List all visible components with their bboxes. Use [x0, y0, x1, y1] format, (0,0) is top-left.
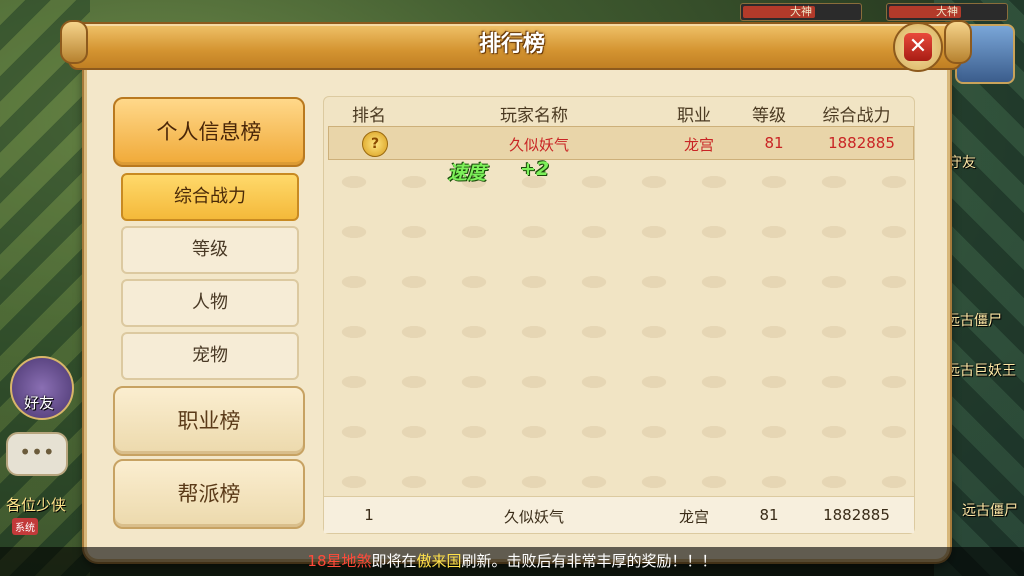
announcement-location: 傲来国 — [416, 552, 462, 570]
announcement-marquee: 18星地煞即将在傲来国刷新。击败后有非常丰厚的奖励！！！ — [0, 547, 1024, 576]
window-title: 排行榜 — [478, 32, 545, 57]
announcement-text: 刷新。击败后有非常丰厚的奖励！！！ — [461, 552, 717, 570]
self-rank: 1 — [364, 506, 374, 524]
table-row[interactable]: ? 久似妖气 龙宫 81 1882885 — [328, 126, 914, 160]
table-header: 排名 玩家名称 职业 等级 综合战力 — [324, 97, 914, 126]
close-button[interactable]: ✕ — [893, 22, 943, 72]
table-watermark — [324, 157, 914, 497]
chat-preview: 各位少侠 — [6, 496, 67, 514]
close-icon: ✕ — [904, 33, 932, 61]
nav-sub-level[interactable]: 等级 — [121, 226, 299, 274]
nav-sub-pet[interactable]: 宠物 — [121, 332, 299, 380]
question-medal-icon: ? — [362, 131, 388, 157]
self-player-name: 久似妖气 — [503, 508, 564, 526]
row-player-name: 久似妖气 — [508, 136, 569, 154]
unit-hp-bar: 大神 — [886, 3, 1008, 21]
unit-hp-bar: 大神 — [740, 3, 862, 21]
npc-label: 远古巨妖王 — [946, 363, 1016, 379]
nav-guild-ranking[interactable]: 帮派榜 — [113, 459, 305, 529]
row-class: 龙宫 — [683, 136, 714, 154]
announcement-text: 即将在 — [371, 552, 417, 570]
self-combat-power: 1882885 — [823, 506, 890, 524]
buff-label: 速度 — [448, 162, 487, 184]
nav-personal-ranking[interactable]: 个人信息榜 — [113, 97, 305, 167]
nav-class-ranking[interactable]: 职业榜 — [113, 386, 305, 456]
npc-label: 远古僵尸 — [962, 503, 1018, 519]
header-rank: 排名 — [352, 106, 386, 126]
row-level: 81 — [764, 134, 784, 152]
header-class: 职业 — [677, 106, 711, 126]
buff-value: +2 — [520, 158, 550, 180]
announcement-boss: 18星地煞 — [307, 552, 372, 570]
header-level: 等级 — [752, 106, 786, 126]
chat-bubble-icon[interactable]: ••• — [6, 432, 68, 476]
npc-label: 远古僵尸 — [946, 313, 1002, 329]
self-ranking-row: 1 久似妖气 龙宫 81 1882885 — [324, 496, 914, 533]
self-class: 龙宫 — [678, 508, 709, 526]
header-combat-power: 综合战力 — [822, 106, 891, 126]
npc-label: 守友 — [948, 155, 976, 171]
game-scene-left — [0, 0, 90, 576]
nav-sub-character[interactable]: 人物 — [121, 279, 299, 327]
nav-sub-combat-power[interactable]: 综合战力 — [121, 173, 299, 221]
system-badge: 系统 — [12, 518, 38, 535]
friends-label: 好友 — [24, 394, 55, 412]
self-level: 81 — [759, 506, 779, 524]
ranking-table: 排名 玩家名称 职业 等级 综合战力 ? 久似妖气 龙宫 81 1882885 … — [323, 96, 915, 534]
row-combat-power: 1882885 — [828, 134, 895, 152]
header-player-name: 玩家名称 — [500, 106, 568, 126]
